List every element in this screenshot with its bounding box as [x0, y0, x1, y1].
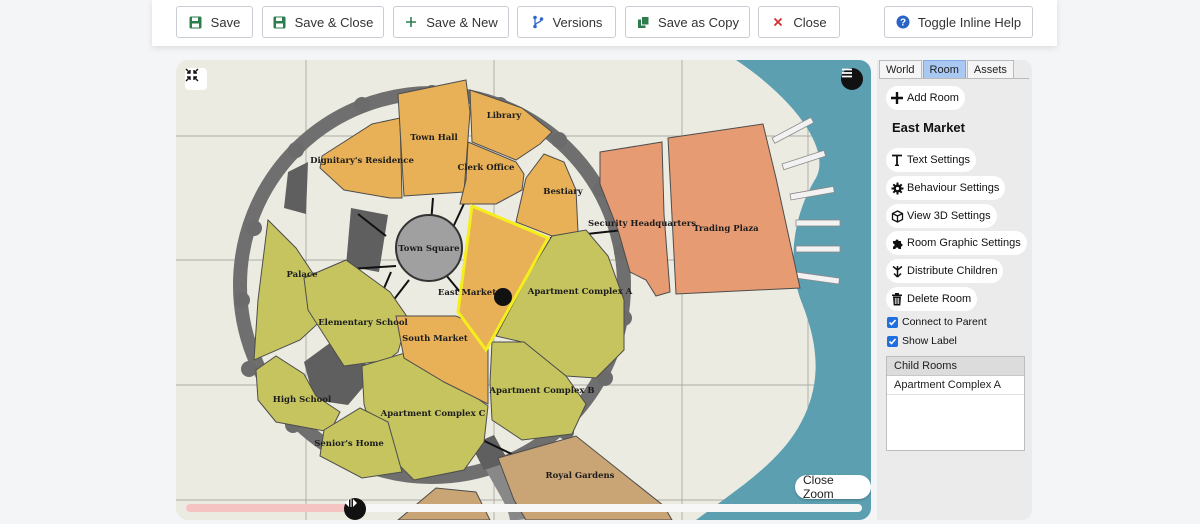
label-royal-gardens: Royal Gardens	[546, 471, 615, 481]
help-icon: ?	[896, 15, 910, 29]
zoom-slider-fill	[186, 504, 355, 512]
show-label-checkbox[interactable]	[887, 335, 898, 347]
floppy-disk-icon	[189, 15, 203, 29]
branch-icon	[531, 15, 545, 29]
zoom-slider-handle[interactable]	[344, 498, 366, 520]
text-icon	[890, 153, 904, 167]
label-high-school: High School	[273, 395, 332, 405]
label-apartment-complex-c: Apartment Complex C	[380, 409, 486, 419]
connect-parent-checkbox[interactable]	[887, 316, 898, 328]
tab-room[interactable]: Room	[922, 60, 966, 79]
panel-tabs: World Room Assets	[879, 60, 1015, 79]
map-canvas[interactable]: Dignitary's Residence Town Hall Library …	[176, 60, 871, 520]
label-bestiary: Bestiary	[543, 187, 584, 197]
room-drag-handle[interactable]	[494, 288, 512, 306]
delete-room-label: Delete Room	[907, 293, 972, 305]
copy-icon	[636, 15, 650, 29]
view-3d-settings-button[interactable]: View 3D Settings	[886, 204, 997, 228]
plus-icon	[404, 15, 418, 29]
text-settings-button[interactable]: Text Settings	[886, 148, 976, 172]
child-rooms-header: Child Rooms	[887, 357, 1024, 376]
close-button[interactable]: Close	[758, 6, 840, 38]
delete-room-button[interactable]: Delete Room	[886, 287, 978, 311]
label-dignitarys-residence: Dignitary's Residence	[310, 156, 414, 166]
save-copy-label: Save as Copy	[658, 14, 739, 30]
floppy-disk-icon	[273, 15, 287, 29]
label-trading-plaza: Trading Plaza	[693, 224, 759, 234]
show-label-label: Show Label	[902, 335, 957, 347]
behaviour-settings-button[interactable]: Behaviour Settings	[886, 176, 1006, 200]
room-trading-plaza[interactable]	[667, 123, 801, 295]
child-room-item[interactable]: Apartment Complex A	[887, 376, 1024, 395]
label-east-market: East Market	[438, 288, 496, 298]
label-elementary-school: Elementary School	[318, 318, 408, 328]
close-icon	[771, 15, 785, 29]
east-rooms	[599, 123, 801, 297]
label-security-headquarters: Security Headquarters	[588, 219, 696, 229]
close-zoom-button[interactable]: Close Zoom	[795, 473, 871, 501]
child-rooms-list: Child Rooms Apartment Complex A	[886, 356, 1025, 451]
behaviour-settings-label: Behaviour Settings	[907, 182, 1000, 194]
label-clerk-office: Clerk Office	[458, 163, 516, 173]
save-copy-button[interactable]: Save as Copy	[625, 6, 750, 38]
zoom-slider-track[interactable]	[186, 504, 862, 512]
label-south-market: South Market	[402, 334, 468, 344]
distribute-children-label: Distribute Children	[907, 265, 998, 277]
connect-parent-label: Connect to Parent	[902, 316, 987, 328]
label-seniors-home: Senior's Home	[314, 439, 384, 449]
label-library: Library	[487, 111, 523, 121]
add-room-label: Add Room	[907, 92, 959, 104]
show-label-row[interactable]: Show Label	[887, 335, 957, 347]
room-graphic-settings-button[interactable]: Room Graphic Settings	[886, 231, 1027, 255]
properties-panel: World Room Assets Add Room East Market T…	[877, 60, 1032, 520]
collapse-view-button[interactable]	[185, 68, 207, 90]
room-graphic-settings-label: Room Graphic Settings	[907, 237, 1021, 249]
svg-text:?: ?	[900, 18, 906, 29]
gear-icon	[890, 181, 904, 195]
view-3d-settings-label: View 3D Settings	[907, 210, 991, 222]
tab-divider	[879, 78, 1029, 79]
save-label: Save	[210, 14, 241, 30]
distribute-arrows-icon	[890, 264, 904, 278]
add-room-button[interactable]: Add Room	[886, 86, 965, 110]
save-close-label: Save & Close	[294, 14, 374, 30]
save-new-button[interactable]: Save & New	[393, 6, 509, 38]
label-town-hall: Town Hall	[410, 133, 458, 143]
label-apartment-complex-a: Apartment Complex A	[527, 287, 633, 297]
cube-icon	[890, 209, 904, 223]
label-palace: Palace	[287, 270, 319, 280]
save-close-button[interactable]: Save & Close	[262, 6, 384, 38]
plus-icon	[890, 91, 904, 105]
text-settings-label: Text Settings	[907, 154, 970, 166]
toolbar: Save Save & Close Save & New Versions Sa…	[152, 0, 1057, 46]
label-apartment-complex-b: Apartment Complex B	[488, 386, 594, 396]
room-elementary-school[interactable]	[303, 259, 409, 367]
label-town-square: Town Square	[398, 244, 460, 254]
tab-assets[interactable]: Assets	[966, 60, 1014, 79]
versions-label: Versions	[552, 14, 603, 30]
trash-icon	[890, 292, 904, 306]
versions-button[interactable]: Versions	[517, 6, 616, 38]
map-menu-button[interactable]	[841, 68, 863, 90]
save-button[interactable]: Save	[176, 6, 253, 38]
connect-parent-row[interactable]: Connect to Parent	[887, 316, 987, 328]
save-new-label: Save & New	[426, 14, 498, 30]
toggle-help-label: Toggle Inline Help	[917, 14, 1022, 30]
puzzle-icon	[890, 236, 904, 250]
city-map[interactable]: Dignitary's Residence Town Hall Library …	[176, 60, 871, 520]
tab-world[interactable]: World	[879, 60, 922, 79]
room-name-heading: East Market	[892, 120, 965, 135]
distribute-children-button[interactable]: Distribute Children	[886, 259, 1004, 283]
close-label: Close	[793, 14, 827, 30]
toggle-help-button[interactable]: ? Toggle Inline Help	[884, 6, 1033, 38]
